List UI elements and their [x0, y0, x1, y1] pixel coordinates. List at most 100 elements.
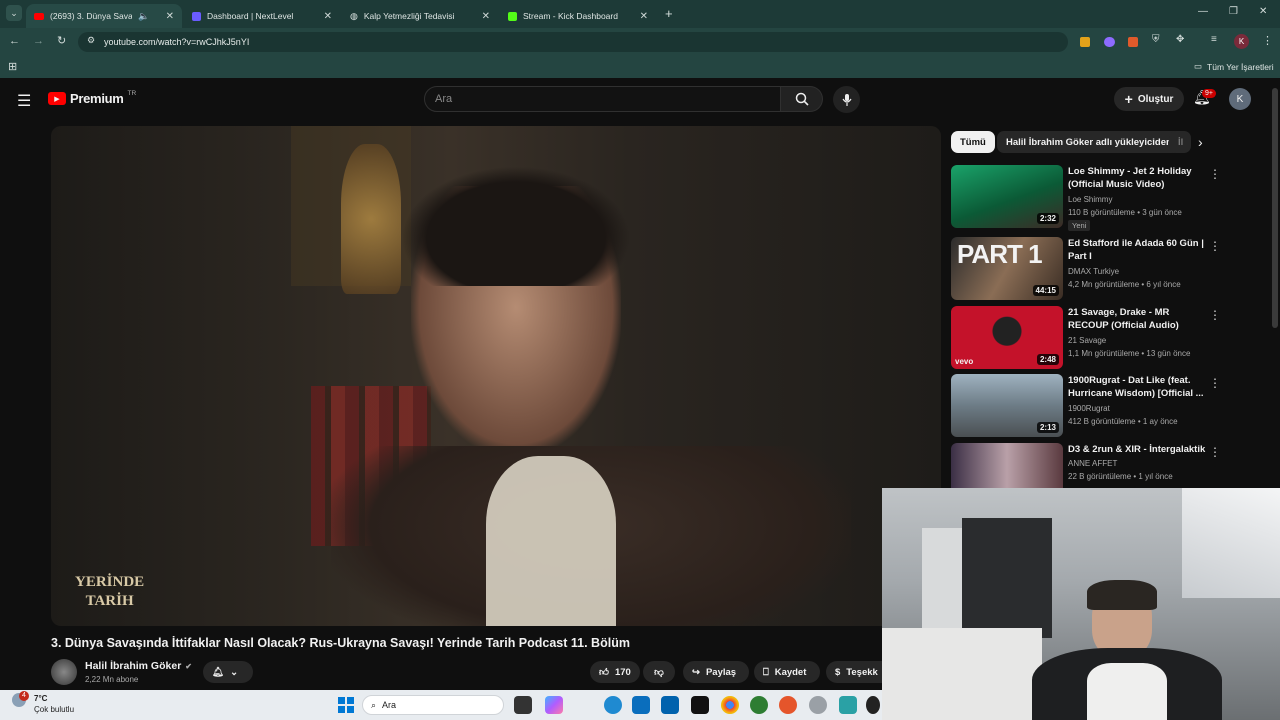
shield-icon[interactable]: ⛨	[1152, 34, 1160, 45]
more-options-icon[interactable]: ⋮	[1209, 376, 1221, 390]
weather-desc[interactable]: Çok bulutlu	[34, 705, 74, 714]
like-button[interactable]: 👍︎ 170	[590, 661, 640, 683]
windows-start-icon[interactable]	[338, 697, 354, 713]
plus-icon: +	[1124, 91, 1133, 107]
tab-title: Kalp Yetmezliği Tedavisi	[363, 11, 455, 21]
maximize-icon[interactable]: ❐	[1229, 6, 1238, 17]
voice-search-button[interactable]	[833, 86, 860, 113]
rec-title[interactable]: D3 & 2run & XIR - İntergalaktik	[1068, 443, 1208, 456]
page-scrollbar[interactable]	[1272, 88, 1278, 328]
save-label: Kaydet	[774, 666, 807, 678]
save-button[interactable]: ⎕ Kaydet	[754, 661, 820, 683]
close-tab-icon[interactable]: ✕	[324, 11, 332, 22]
chip-partial[interactable]: İl	[1169, 131, 1191, 153]
app-icon[interactable]	[750, 696, 768, 714]
subscribe-notify-button[interactable]: 🔔︎ ⌄	[203, 661, 253, 683]
chevron-right-icon[interactable]: ›	[1198, 134, 1203, 150]
hamburger-menu-icon[interactable]: ☰	[17, 91, 31, 111]
tradingview-icon[interactable]	[691, 696, 709, 714]
tab-dashboard[interactable]: Dashboard | NextLevel ✕	[184, 4, 340, 28]
recommendation-item[interactable]: vevo 2:48 21 Savage, Drake - MR RECOUP (…	[951, 306, 1271, 370]
thanks-button[interactable]: $ Teşekk	[826, 661, 882, 683]
tab-youtube[interactable]: (2693) 3. Dünya Savaşında İ 🔈 ✕	[26, 4, 182, 28]
video-player[interactable]: YERİNDE TARİH	[51, 126, 941, 626]
close-tab-icon[interactable]: ✕	[166, 11, 174, 22]
reload-icon[interactable]: ↻	[57, 34, 66, 47]
back-icon[interactable]: ←	[9, 35, 20, 47]
thumbnail[interactable]: PART 1 44:15	[951, 237, 1063, 300]
search-input[interactable]: Ara	[424, 86, 781, 112]
channel-name[interactable]: Halil İbrahim Göker	[85, 660, 181, 672]
tab-title: Dashboard | NextLevel	[207, 11, 294, 21]
weather-temp[interactable]: 7°C	[34, 694, 47, 703]
more-options-icon[interactable]: ⋮	[1209, 167, 1221, 181]
close-tab-icon[interactable]: ✕	[482, 11, 490, 22]
tab-kalp[interactable]: ◍ Kalp Yetmezliği Tedavisi ✕	[342, 4, 498, 28]
account-avatar[interactable]: K	[1229, 88, 1251, 110]
extension-icon[interactable]	[1104, 37, 1115, 47]
app-icon[interactable]	[839, 696, 857, 714]
minimize-icon[interactable]: —	[1198, 6, 1208, 17]
puzzle-icon[interactable]: ✥	[1176, 34, 1184, 45]
nextlevel-favicon-icon	[192, 11, 201, 21]
rec-title[interactable]: Ed Stafford ile Adada 60 Gün | Part I	[1068, 237, 1208, 263]
tab-search-button[interactable]: ⌄	[6, 5, 22, 21]
bookmark-icon: ⎕	[763, 666, 769, 678]
task-view-icon[interactable]	[514, 696, 532, 714]
channel-name-row[interactable]: Halil İbrahim Göker ✔	[85, 660, 192, 672]
watermark-line1: YERİNDE	[75, 574, 145, 590]
store-icon[interactable]	[632, 696, 650, 714]
more-options-icon[interactable]: ⋮	[1209, 239, 1221, 253]
all-bookmarks-label: Tüm Yer İşaretleri	[1207, 61, 1274, 72]
share-button[interactable]: ↪ Paylaş	[683, 661, 749, 683]
new-tab-icon[interactable]: +	[665, 6, 673, 21]
close-window-icon[interactable]: ✕	[1259, 6, 1267, 17]
rec-channel[interactable]: DMAX Turkiye	[1068, 267, 1119, 276]
youtube-logo[interactable]: ▶ Premium TR	[48, 90, 136, 106]
speaker-icon[interactable]: 🔈	[138, 11, 149, 22]
search-button[interactable]	[781, 86, 823, 112]
rec-channel[interactable]: ANNE AFFET	[1068, 459, 1117, 468]
recommendation-item[interactable]: 2:13 1900Rugrat - Dat Like (feat. Hurric…	[951, 374, 1271, 438]
profile-avatar[interactable]: K	[1234, 34, 1249, 49]
extension-icon[interactable]	[1128, 37, 1138, 47]
app-icon[interactable]	[779, 696, 797, 714]
more-options-icon[interactable]: ⋮	[1209, 445, 1221, 459]
dislike-button[interactable]: 👎︎	[643, 661, 675, 683]
thumbnail[interactable]: 2:32	[951, 165, 1063, 228]
rec-title[interactable]: 1900Rugrat - Dat Like (feat. Hurricane W…	[1068, 374, 1208, 400]
forward-icon[interactable]: →	[33, 35, 44, 47]
outlook-icon[interactable]	[661, 696, 679, 714]
recommendation-item[interactable]: 2:32 Loe Shimmy - Jet 2 Holiday (Officia…	[951, 165, 1271, 231]
more-options-icon[interactable]: ⋮	[1209, 308, 1221, 322]
copilot-icon[interactable]	[545, 696, 563, 714]
settings-gear-icon[interactable]	[809, 696, 827, 714]
chip-uploader[interactable]: Halil İbrahim Göker adlı yükleyiciden	[997, 131, 1181, 153]
close-tab-icon[interactable]: ✕	[640, 11, 648, 22]
rec-channel[interactable]: 1900Rugrat	[1068, 404, 1110, 413]
apps-grid-icon[interactable]: ⊞	[8, 60, 17, 73]
rec-channel[interactable]: 21 Savage	[1068, 336, 1106, 345]
create-button[interactable]: + Oluştur	[1114, 87, 1184, 111]
rec-title[interactable]: 21 Savage, Drake - MR RECOUP (Official A…	[1068, 306, 1208, 332]
thumbnail[interactable]: vevo 2:48	[951, 306, 1063, 369]
chrome-icon[interactable]	[721, 696, 739, 714]
search-icon: ⌕	[371, 699, 377, 710]
recommendation-item[interactable]: PART 1 44:15 Ed Stafford ile Adada 60 Gü…	[951, 237, 1271, 301]
rec-title[interactable]: Loe Shimmy - Jet 2 Holiday (Official Mus…	[1068, 165, 1208, 191]
chevron-down-icon: ⌄	[230, 666, 239, 678]
address-bar[interactable]: ⚙ youtube.com/watch?v=rwCJhkJ5nYI	[78, 32, 1068, 52]
channel-avatar[interactable]	[51, 659, 77, 685]
site-info-icon[interactable]: ⚙	[87, 35, 95, 46]
taskbar-search[interactable]: ⌕ Ara	[362, 695, 504, 715]
all-bookmarks[interactable]: ▭ Tüm Yer İşaretleri	[1194, 61, 1274, 72]
rec-channel[interactable]: Loe Shimmy	[1068, 195, 1112, 204]
reading-list-icon[interactable]: ≡	[1211, 34, 1217, 45]
thumbnail[interactable]: 2:13	[951, 374, 1063, 437]
chip-all[interactable]: Tümü	[951, 131, 995, 153]
tab-kick[interactable]: Stream - Kick Dashboard ✕	[500, 4, 656, 28]
extension-icon[interactable]	[1080, 37, 1090, 47]
edge-icon[interactable]	[604, 696, 622, 714]
menu-icon[interactable]: ⋮	[1262, 34, 1273, 47]
app-icon[interactable]	[866, 696, 880, 714]
